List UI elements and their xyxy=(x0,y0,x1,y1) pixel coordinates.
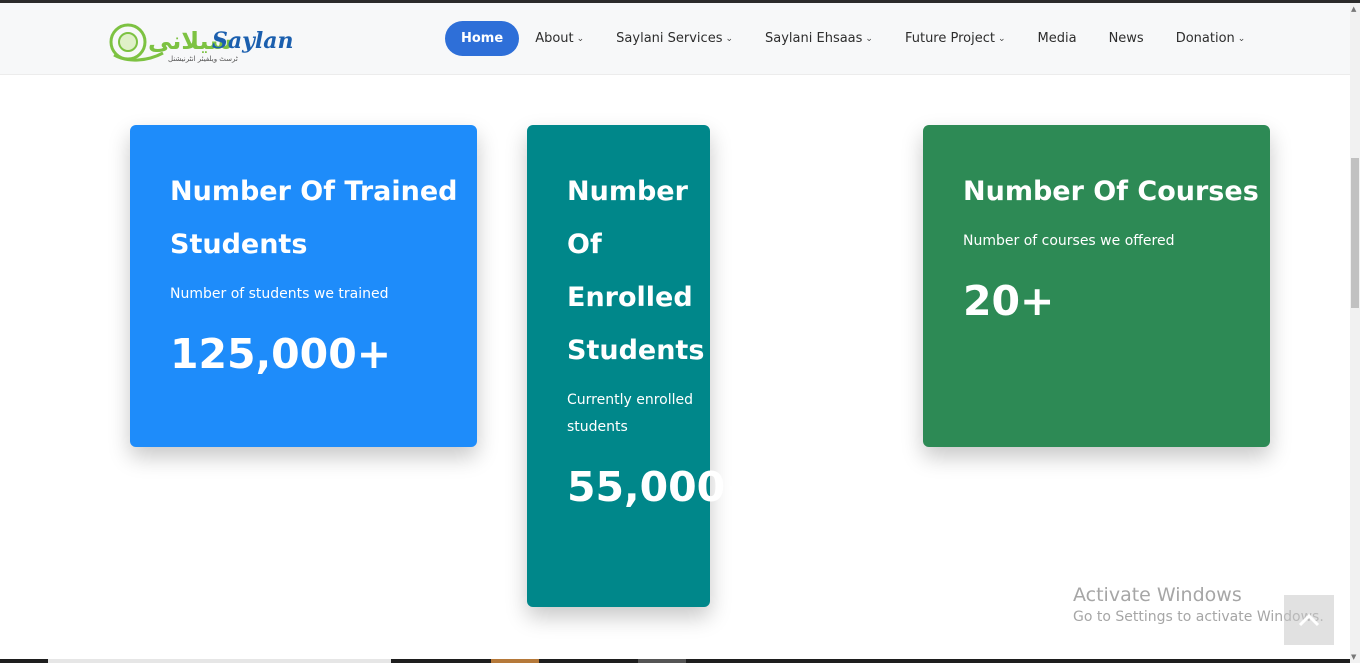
main-nav: Home About ⌄ Saylani Services ⌄ Saylani … xyxy=(445,21,1261,56)
stat-card-courses: Number Of Courses Number of courses we o… xyxy=(923,125,1270,447)
stat-card-enrolled-students: Number Of Enrolled Students Currently en… xyxy=(527,125,760,607)
nav-item-donation[interactable]: Donation ⌄ xyxy=(1160,21,1262,56)
stat-card-title: Number Of Enrolled Students xyxy=(567,176,705,366)
scroll-down-arrow-icon[interactable]: ▼ xyxy=(1351,653,1356,661)
chevron-down-icon: ⌄ xyxy=(997,33,1006,44)
nav-item-about[interactable]: About ⌄ xyxy=(519,21,600,56)
stat-card-title: Number Of Trained Students xyxy=(170,176,458,260)
taskbar-search-box[interactable] xyxy=(48,659,391,663)
nav-item-media[interactable]: Media xyxy=(1022,21,1093,56)
saylani-logo[interactable]: سیلانی Saylani ٹرسٹ ویلفیئر انٹرنیشنل xyxy=(108,15,302,65)
saylani-logo-graphic: سیلانی Saylani ٹرسٹ ویلفیئر انٹرنیشنل xyxy=(109,23,302,63)
nav-item-label: Saylani Services xyxy=(616,31,723,46)
nav-item-label: Saylani Ehsaas xyxy=(765,31,863,46)
chevron-down-icon: ⌄ xyxy=(1237,33,1246,44)
taskbar-app-icon[interactable] xyxy=(638,659,686,663)
site-header: سیلانی Saylani ٹرسٹ ویلفیئر انٹرنیشنل Ho… xyxy=(0,3,1350,75)
scrollbar-thumb[interactable] xyxy=(1351,158,1359,308)
stat-card-description: Number of courses we offered xyxy=(963,233,1175,249)
back-to-top-button[interactable] xyxy=(1284,595,1334,645)
scroll-up-arrow-icon[interactable]: ▲ xyxy=(1351,5,1356,13)
stat-card-description: Number of students we trained xyxy=(170,286,389,302)
stat-card-value: 55,000+ xyxy=(567,463,760,511)
nav-item-news[interactable]: News xyxy=(1093,21,1160,56)
nav-item-label: Media xyxy=(1037,31,1077,46)
chevron-up-icon xyxy=(1298,613,1320,627)
nav-item-saylani-ehsaas[interactable]: Saylani Ehsaas ⌄ xyxy=(749,21,889,56)
nav-item-label: Home xyxy=(461,31,504,46)
stat-card-value: 20+ xyxy=(963,277,1055,325)
nav-item-saylani-services[interactable]: Saylani Services ⌄ xyxy=(600,21,749,56)
page-scrollbar[interactable]: ▲ ▼ xyxy=(1350,3,1360,663)
stat-card-description: Currently enrolled students xyxy=(567,392,693,435)
stat-card-title: Number Of Courses xyxy=(963,176,1259,207)
chevron-down-icon: ⌄ xyxy=(865,33,873,44)
taskbar-app-icon[interactable] xyxy=(491,659,539,663)
chevron-down-icon: ⌄ xyxy=(725,33,734,44)
os-taskbar xyxy=(0,659,1350,663)
nav-item-future-project[interactable]: Future Project ⌄ xyxy=(889,21,1022,56)
nav-item-home[interactable]: Home xyxy=(445,21,520,56)
svg-text:Saylani: Saylani xyxy=(212,28,294,54)
svg-text:ٹرسٹ ویلفیئر انٹرنیشنل: ٹرسٹ ویلفیئر انٹرنیشنل xyxy=(168,55,238,63)
nav-item-label: News xyxy=(1108,31,1144,46)
nav-item-label: Donation xyxy=(1175,31,1235,46)
nav-item-label: About xyxy=(535,31,574,46)
nav-item-label: Future Project xyxy=(904,31,995,46)
stat-card-trained-students: Number Of Trained Students Number of stu… xyxy=(130,125,477,447)
stat-card-value: 125,000+ xyxy=(170,330,392,378)
chevron-down-icon: ⌄ xyxy=(576,33,585,44)
